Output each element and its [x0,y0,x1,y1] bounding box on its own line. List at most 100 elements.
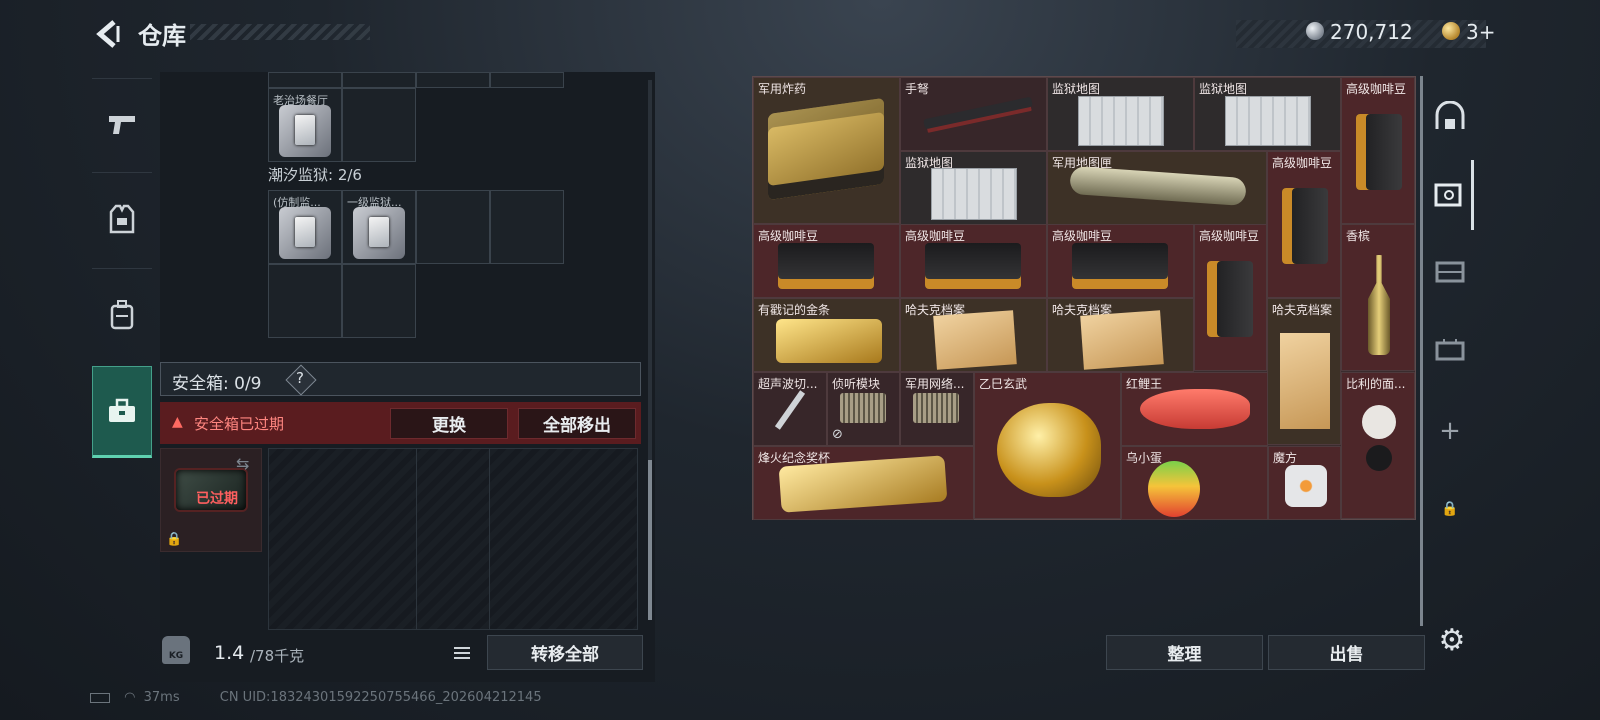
safebox-grid[interactable] [268,448,638,630]
egg-image [1148,461,1200,517]
prison-map-image [1225,96,1311,146]
item-label: 乙巳玄武 [979,377,1028,391]
key-card-icon [353,207,405,259]
module-image [840,393,886,423]
item-label: 高级咖啡豆 [1272,156,1333,170]
item-label: 手弩 [905,82,930,96]
item-label: 有戳记的金条 [758,303,831,317]
item-label: 高级咖啡豆 [1052,229,1113,243]
stash-item[interactable]: 监狱地图 [1194,77,1341,151]
prison-map-image [1078,96,1164,146]
gold-amount[interactable]: 3+ [1466,20,1495,44]
back-arrow-icon [96,20,120,48]
grid-cell[interactable] [490,72,564,88]
stash-scrollbar[interactable] [1420,76,1423,626]
stash-item[interactable]: 哈夫克档案 [1047,298,1194,372]
coffee-bag-image [1282,188,1328,264]
ping-text: 37ms [143,690,180,705]
nav-storage[interactable] [1426,314,1474,384]
stash-item[interactable]: 侦听模块 ⊘ [827,372,900,446]
list-icon-line [454,657,470,659]
nav-backpack[interactable] [92,268,152,360]
settings-button[interactable]: ⚙ [1432,620,1472,660]
grid-divider [489,448,490,630]
coffee-bag-image [1356,114,1402,190]
key-card-item[interactable]: (仿制监... [268,190,342,264]
stash-item[interactable]: 高级咖啡豆 [1047,224,1194,298]
shelf-icon [1435,261,1465,283]
stash-item[interactable]: 魔方 [1268,446,1341,520]
stash-item[interactable]: 有戳记的金条 [753,298,900,372]
stash-item[interactable]: 烽火纪念奖杯 [753,446,974,520]
grid-cell[interactable] [416,72,490,88]
stash-item[interactable]: 香槟 [1341,224,1415,371]
grid-cell[interactable] [342,72,416,88]
back-button[interactable] [92,18,124,50]
stash-item[interactable]: 超声波切... [753,372,827,446]
remove-all-button[interactable]: 全部移出 [518,408,636,439]
help-mark: ? [296,369,304,387]
stash-item[interactable]: 乙巳玄武 [974,372,1121,519]
stash-item[interactable]: 手弩 [900,77,1047,151]
stash-grid[interactable]: 军用炸药 手弩 监狱地图 监狱地图 高级咖啡豆 监狱地图 军用地图匣 高级咖啡豆… [752,76,1416,520]
no-signal-icon: ⊘ [832,427,843,442]
nav-armor[interactable] [92,172,152,264]
item-label: 香槟 [1346,229,1371,243]
weight-capacity: /78千克 [250,647,305,665]
grid-cell[interactable] [342,264,416,338]
coffee-bag-image [778,243,874,289]
key-card-item[interactable]: 老治场餐厅 [268,88,342,162]
stash-item[interactable]: 军用炸药 [753,77,900,224]
replace-button[interactable]: 更换 [390,408,508,439]
toolbox-icon [109,398,135,422]
stash-item[interactable]: 比利的面... [1341,372,1415,519]
nav-safe[interactable] [1426,160,1474,230]
prison-map-image [931,168,1017,220]
add-storage-button[interactable]: + [1426,396,1474,466]
coffee-bag-image [1207,261,1253,337]
nav-weapon[interactable] [92,78,152,170]
grid-cell[interactable] [490,190,564,264]
weight-icon: KG [162,636,190,664]
stash-item[interactable]: 高级咖啡豆 [1267,151,1341,298]
nav-bunker[interactable] [1426,82,1474,152]
stash-item[interactable]: 高级咖啡豆 [1194,224,1267,371]
stash-item[interactable]: 军用地图匣 [1047,151,1267,225]
nav-safebox[interactable] [92,366,152,458]
item-label: 监狱地图 [1199,82,1248,96]
uid-text: CN UID:18324301592250755466_202604212145 [219,690,542,705]
list-view-button[interactable] [446,638,478,668]
locked-storage-slot[interactable]: 🔒 [1426,474,1474,544]
document-folder-image [933,310,1017,370]
grid-cell[interactable] [268,72,342,88]
stash-item[interactable]: 哈夫克档案 [900,298,1047,372]
grid-cell[interactable] [416,190,490,264]
transfer-all-button[interactable]: 转移全部 [487,635,643,670]
case-expired-label: 已过期 [196,491,238,507]
item-label: 比利的面... [1346,377,1406,391]
crossbow-image [923,96,1033,130]
grid-cell[interactable] [268,264,342,338]
stash-item[interactable]: 哈夫克档案 [1267,298,1341,445]
silver-coin-icon [1306,22,1324,40]
stash-item[interactable]: 监狱地图 [1047,77,1194,151]
stash-item[interactable]: 监狱地图 [900,151,1047,225]
nav-shelf[interactable] [1426,236,1474,306]
stash-item[interactable]: 高级咖啡豆 [753,224,900,298]
page-title: 仓库 [138,22,186,50]
grid-cell[interactable] [342,88,416,162]
scrollbar-thumb[interactable] [648,460,652,620]
stash-item[interactable]: 高级咖啡豆 [1341,77,1415,224]
plus-icon: + [1439,416,1461,446]
stash-item[interactable]: 高级咖啡豆 [900,224,1047,298]
stash-item[interactable]: 红鲤王 [1121,372,1268,446]
safebox-capacity: 安全箱: 0/9 [172,374,262,394]
key-group-label: 潮汐监狱: 2/6 [268,166,362,184]
sort-button[interactable]: 整理 [1106,635,1263,670]
key-card-icon [279,105,331,157]
stash-item[interactable]: 乌小蛋 [1121,446,1268,520]
key-card-item[interactable]: 一级监狱... [342,190,416,264]
sell-button[interactable]: 出售 [1268,635,1425,670]
swap-icon[interactable]: ⇆ [236,454,249,473]
stash-item[interactable]: 军用网络... [900,372,974,446]
